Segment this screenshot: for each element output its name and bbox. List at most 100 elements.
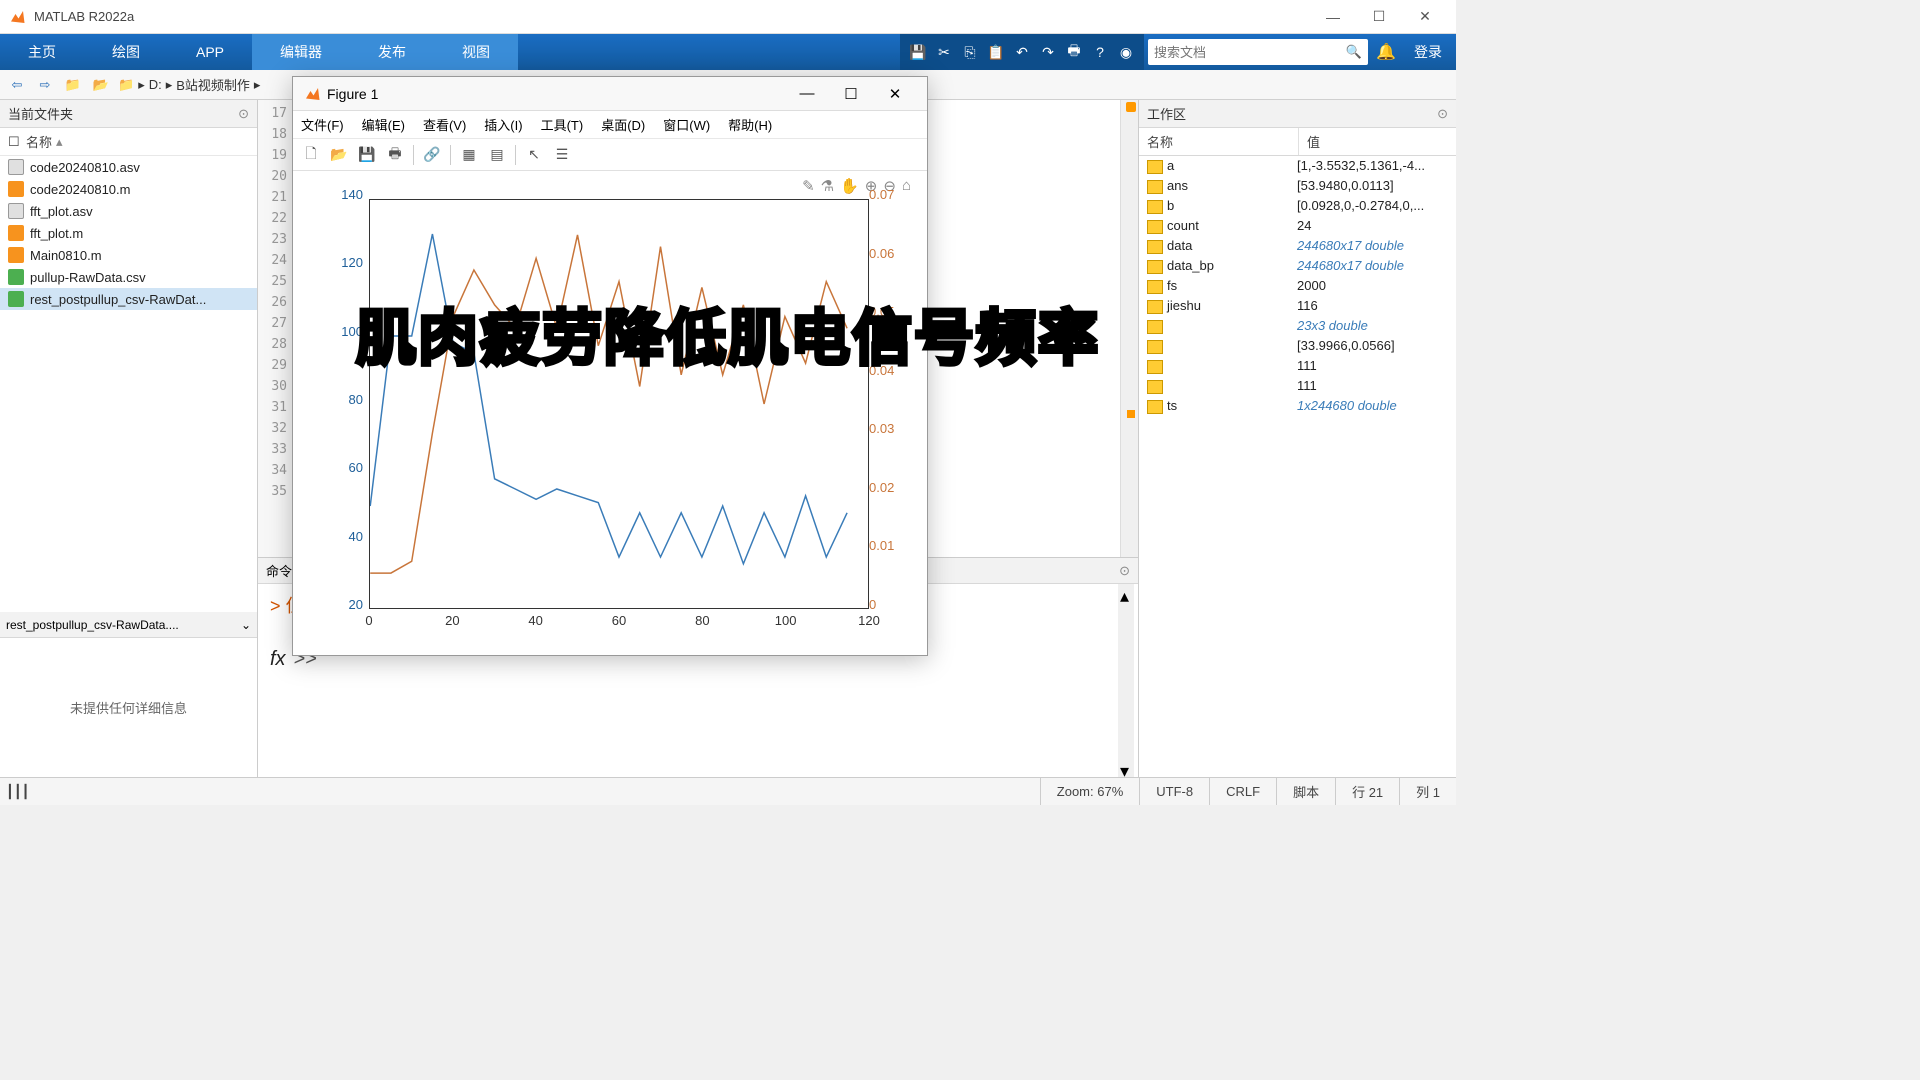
tab-plots[interactable]: 绘图 (84, 34, 168, 70)
file-item[interactable]: Main0810.m (0, 244, 257, 266)
insert-legend-icon[interactable]: ▤ (485, 143, 509, 167)
figure-menu-item[interactable]: 查看(V) (423, 115, 466, 134)
property-inspector-icon[interactable]: ☰ (550, 143, 574, 167)
cut-icon[interactable]: ✂ (934, 42, 954, 62)
workspace-variable[interactable]: count24 (1139, 216, 1456, 236)
nav-fwd-icon[interactable]: ⇨ (34, 74, 56, 96)
pan-icon[interactable]: ✋ (840, 177, 859, 195)
tab-publish[interactable]: 发布 (350, 34, 434, 70)
workspace-variable[interactable]: ts1x244680 double (1139, 396, 1456, 416)
status-filetype[interactable]: 脚本 (1276, 778, 1335, 805)
search-input[interactable] (1154, 45, 1346, 60)
workspace-variable[interactable]: data244680x17 double (1139, 236, 1456, 256)
workspace-variable[interactable]: ans[53.9480,0.0113] (1139, 176, 1456, 196)
workspace-variable[interactable]: 111 (1139, 376, 1456, 396)
edit-plot-icon[interactable]: ↖ (522, 143, 546, 167)
help-icon[interactable]: ? (1090, 42, 1110, 62)
insert-colorbar-icon[interactable]: ▦ (457, 143, 481, 167)
login-button[interactable]: 登录 (1400, 34, 1456, 70)
file-item[interactable]: code20240810.asv (0, 156, 257, 178)
status-column[interactable]: 列 1 (1399, 778, 1456, 805)
status-zoom[interactable]: Zoom: 67% (1040, 778, 1139, 805)
search-icon[interactable]: 🔍 (1346, 44, 1362, 60)
file-item[interactable]: fft_plot.asv (0, 200, 257, 222)
open-figure-icon[interactable]: 📂 (327, 143, 351, 167)
workspace-variable[interactable]: 23x3 double (1139, 316, 1456, 336)
maximize-button[interactable]: ☐ (1356, 0, 1402, 34)
breadcrumb[interactable]: 📁 ▸ D: ▸ B站视频制作 ▸ (118, 75, 260, 94)
figure-minimize-button[interactable]: — (785, 78, 829, 110)
search-docs[interactable]: 🔍 (1148, 39, 1368, 65)
minimap-marker[interactable] (1127, 410, 1135, 418)
save-figure-icon[interactable]: 💾 (355, 143, 379, 167)
datatip-icon[interactable]: ⚗ (821, 177, 834, 195)
print-figure-icon[interactable]: 🖶 (383, 143, 407, 167)
detail-collapse-icon[interactable]: ⌄ (241, 618, 251, 632)
browse-icon[interactable]: 📂 (90, 74, 112, 96)
addons-icon[interactable]: ◉ (1116, 42, 1136, 62)
workspace-variable[interactable]: fs2000 (1139, 276, 1456, 296)
paste-icon[interactable]: 📋 (986, 42, 1006, 62)
figure-menu-item[interactable]: 工具(T) (541, 115, 584, 134)
file-item[interactable]: fft_plot.m (0, 222, 257, 244)
workspace-variable-list[interactable]: a[1,-3.5532,5.1361,-4...ans[53.9480,0.01… (1139, 156, 1456, 416)
status-line[interactable]: 行 21 (1335, 778, 1399, 805)
figure-menu-item[interactable]: 编辑(E) (362, 115, 405, 134)
brush-icon[interactable]: ✎ (802, 177, 815, 195)
redo-icon[interactable]: ↷ (1038, 42, 1058, 62)
new-figure-icon[interactable]: 🗋 (299, 143, 323, 167)
figure-canvas[interactable]: ✎ ⚗ ✋ ⊕ ⊖ ⌂ 20406080100120140 00.010.020… (293, 171, 927, 653)
figure-maximize-button[interactable]: ☐ (829, 78, 873, 110)
sort-asc-icon[interactable]: ▴ (56, 134, 63, 150)
editor-scrollbar[interactable] (1120, 100, 1138, 557)
notifications-icon[interactable]: 🔔 (1372, 34, 1400, 70)
tab-apps[interactable]: APP (168, 34, 252, 70)
status-eol[interactable]: CRLF (1209, 778, 1276, 805)
figure-menubar[interactable]: 文件(F) 编辑(E) 查看(V) 插入(I) 工具(T) 桌面(D) 窗口(W) 帮助(H) (293, 111, 927, 139)
drive-label[interactable]: D: (149, 77, 162, 92)
file-item[interactable]: pullup-RawData.csv (0, 266, 257, 288)
undo-icon[interactable]: ↶ (1012, 42, 1032, 62)
command-menu-icon[interactable]: ⊙ (1119, 563, 1130, 579)
crumb-0[interactable]: B站视频制作 (176, 75, 250, 94)
workspace-menu-icon[interactable]: ⊙ (1437, 106, 1448, 122)
figure-menu-item[interactable]: 帮助(H) (728, 115, 772, 134)
tab-view[interactable]: 视图 (434, 34, 518, 70)
tab-home[interactable]: 主页 (0, 34, 84, 70)
file-list[interactable]: code20240810.asvcode20240810.mfft_plot.a… (0, 156, 257, 612)
print-icon[interactable]: 🖶 (1064, 42, 1084, 62)
plot-area[interactable] (369, 199, 869, 609)
link-axes-icon[interactable]: 🔗 (420, 143, 444, 167)
workspace-variable[interactable]: [33.9966,0.0566] (1139, 336, 1456, 356)
nav-back-icon[interactable]: ⇦ (6, 74, 28, 96)
tab-editor[interactable]: 编辑器 (252, 34, 350, 70)
workspace-columns[interactable]: 名称 值 (1139, 128, 1456, 156)
ws-name-header[interactable]: 名称 (1139, 128, 1299, 155)
copy-icon[interactable]: ⎘ (960, 42, 980, 62)
figure-titlebar[interactable]: Figure 1 — ☐ ✕ (293, 77, 927, 111)
save-icon[interactable]: 💾 (908, 42, 928, 62)
workspace-variable[interactable]: a[1,-3.5532,5.1361,-4... (1139, 156, 1456, 176)
file-item[interactable]: rest_postpullup_csv-RawDat... (0, 288, 257, 310)
workspace-variable[interactable]: 111 (1139, 356, 1456, 376)
workspace-variable[interactable]: b[0.0928,0,-0.2784,0,... (1139, 196, 1456, 216)
fx-icon[interactable]: fx (270, 648, 286, 671)
folder-up-icon[interactable]: 📁 (62, 74, 84, 96)
file-item[interactable]: code20240810.m (0, 178, 257, 200)
minimize-button[interactable]: — (1310, 0, 1356, 34)
file-list-header[interactable]: ☐ 名称 ▴ (0, 128, 257, 156)
name-column-header[interactable]: 名称 (26, 132, 52, 151)
command-scrollbar[interactable]: ▴ ▾ (1118, 584, 1134, 777)
code-warning-marker[interactable] (1126, 102, 1136, 112)
workspace-variable[interactable]: jieshu116 (1139, 296, 1456, 316)
figure-menu-item[interactable]: 插入(I) (484, 115, 522, 134)
figure-menu-item[interactable]: 文件(F) (301, 115, 344, 134)
figure-menu-item[interactable]: 桌面(D) (601, 115, 645, 134)
status-encoding[interactable]: UTF-8 (1139, 778, 1209, 805)
figure-close-button[interactable]: ✕ (873, 78, 917, 110)
panel-menu-icon[interactable]: ⊙ (238, 106, 249, 122)
figure-menu-item[interactable]: 窗口(W) (663, 115, 710, 134)
workspace-variable[interactable]: data_bp244680x17 double (1139, 256, 1456, 276)
close-button[interactable]: ✕ (1402, 0, 1448, 34)
ws-value-header[interactable]: 值 (1299, 128, 1456, 155)
